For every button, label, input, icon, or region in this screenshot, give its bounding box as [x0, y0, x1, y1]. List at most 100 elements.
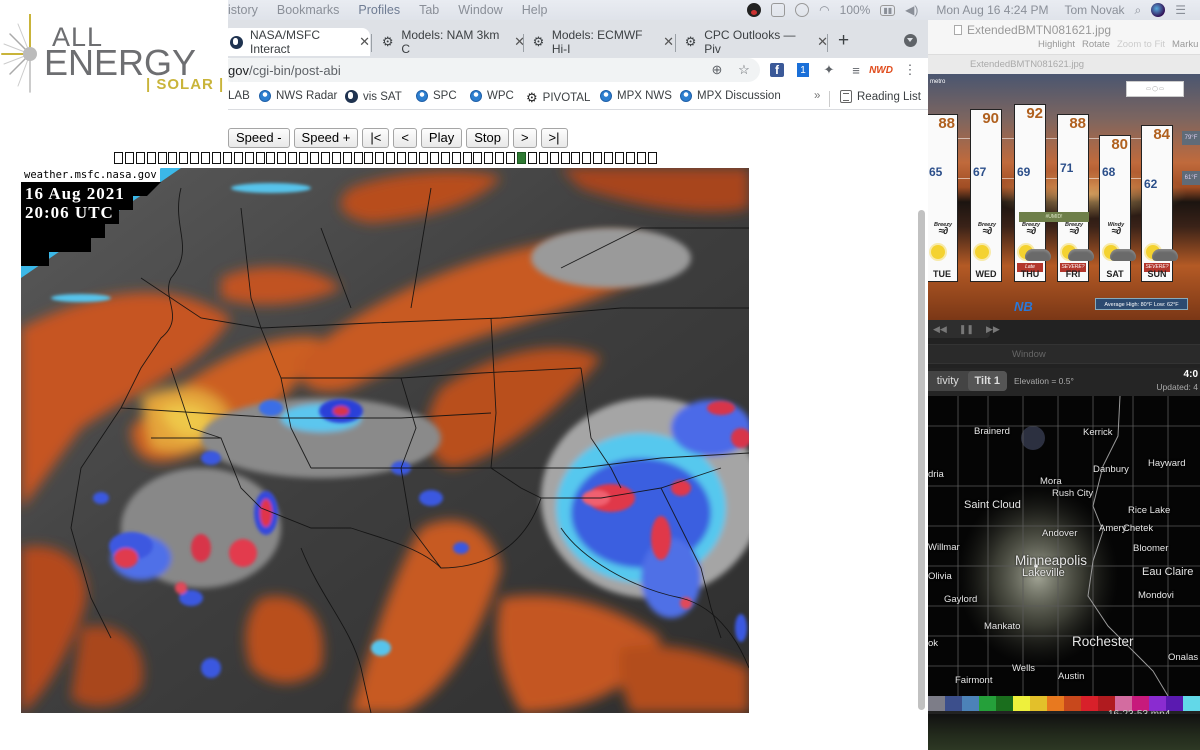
menu-history[interactable]: istory — [228, 3, 258, 17]
frame-box[interactable] — [386, 152, 396, 164]
tab-nasa-msfc[interactable]: NASA/MSFC Interact ✕ — [222, 28, 370, 56]
address-bar[interactable]: gov /cgi-bin/post-abi — [220, 58, 760, 82]
bookmark-spc[interactable]: SPC — [416, 90, 457, 102]
frame-box[interactable] — [255, 152, 265, 164]
frame-box[interactable] — [157, 152, 167, 164]
frame-box[interactable] — [549, 152, 559, 164]
frame-box[interactable] — [625, 152, 635, 164]
fast-forward-icon[interactable]: ▶▶ — [986, 324, 1000, 335]
first-frame-button[interactable]: |< — [362, 128, 390, 148]
close-icon[interactable]: ✕ — [663, 34, 674, 50]
frame-box[interactable] — [331, 152, 341, 164]
frame-box[interactable] — [647, 152, 657, 164]
frame-box[interactable] — [168, 152, 178, 164]
frame-box[interactable] — [462, 152, 472, 164]
frame-box[interactable] — [212, 152, 222, 164]
frame-box[interactable] — [593, 152, 603, 164]
user-name[interactable]: Tom Novak — [1064, 3, 1124, 17]
bookmark-nws-radar[interactable]: NWS Radar — [259, 90, 337, 102]
frame-box-current[interactable] — [516, 152, 526, 164]
frame-box[interactable] — [418, 152, 428, 164]
close-icon[interactable]: ✕ — [359, 34, 370, 50]
wifi-icon[interactable]: ◠ — [819, 3, 829, 17]
frame-box[interactable] — [146, 152, 156, 164]
frame-box[interactable] — [353, 152, 363, 164]
pause-icon[interactable]: ❚❚ — [959, 324, 974, 335]
bookmark-mpx-discussion[interactable]: MPX Discussion — [680, 90, 781, 102]
weather-extension-icon[interactable]: NWD — [869, 62, 893, 78]
kebab-menu-icon[interactable]: ⋮ — [902, 62, 918, 78]
extensions-puzzle-icon[interactable]: ✦ — [821, 62, 837, 78]
frame-box[interactable] — [451, 152, 461, 164]
frame-box[interactable] — [320, 152, 330, 164]
bookmark-star-icon[interactable]: ☆ — [736, 62, 752, 78]
tab-models-ecmwf[interactable]: ⚙ Models: ECMWF Hi-I ✕ — [524, 28, 674, 56]
scroll-thumb[interactable] — [918, 210, 925, 710]
media-control-icon[interactable]: ≡ — [848, 62, 864, 78]
radar-map[interactable]: Brainerd Kerrick Danbury Hayward dria Mora Rus… — [928, 396, 1200, 706]
tab-cpc-outlooks[interactable]: ⚙ CPC Outlooks — Piv ✕ — [676, 28, 828, 56]
frame-box[interactable] — [114, 152, 123, 164]
frame-box[interactable] — [582, 152, 592, 164]
frame-box[interactable] — [604, 152, 614, 164]
prev-frame-button[interactable]: < — [393, 128, 417, 148]
frame-box[interactable] — [408, 152, 418, 164]
speed-up-button[interactable]: Speed + — [293, 128, 359, 148]
frame-box[interactable] — [288, 152, 298, 164]
stop-button[interactable]: Stop — [466, 128, 509, 148]
next-frame-button[interactable]: > — [512, 128, 537, 148]
bookmark-lab[interactable]: LAB — [228, 90, 250, 102]
frame-box[interactable] — [342, 152, 352, 164]
menu-window[interactable]: Window — [458, 3, 502, 17]
page-scrollbar[interactable] — [916, 210, 926, 740]
frame-box[interactable] — [484, 152, 494, 164]
frame-box[interactable] — [440, 152, 450, 164]
battery-icon[interactable]: ▮▮ — [880, 4, 896, 16]
frame-box[interactable] — [636, 152, 646, 164]
frame-box[interactable] — [538, 152, 548, 164]
frame-box[interactable] — [244, 152, 254, 164]
preview-tab[interactable]: ExtendedBMTN081621.jpg — [928, 54, 1200, 74]
frame-box[interactable] — [135, 152, 145, 164]
highlight-button[interactable]: Highlight — [1038, 39, 1075, 50]
speed-down-button[interactable]: Speed - — [228, 128, 290, 148]
reflectivity-tab[interactable]: tivity — [928, 371, 968, 391]
frame-box[interactable] — [266, 152, 276, 164]
screen-mirroring-icon[interactable] — [771, 3, 786, 17]
frame-box[interactable] — [560, 152, 570, 164]
frame-box[interactable] — [397, 152, 407, 164]
frame-box[interactable] — [299, 152, 309, 164]
clock[interactable]: Mon Aug 16 4:24 PM — [936, 3, 1048, 17]
frame-box[interactable] — [310, 152, 320, 164]
frame-box[interactable] — [614, 152, 624, 164]
play-button[interactable]: Play — [420, 128, 463, 148]
frame-box[interactable] — [571, 152, 581, 164]
frame-box[interactable] — [222, 152, 232, 164]
frame-box[interactable] — [233, 152, 243, 164]
last-frame-button[interactable]: >| — [540, 128, 568, 148]
control-center-icon[interactable]: ☰ — [1175, 3, 1186, 17]
frame-box[interactable] — [364, 152, 374, 164]
app-status-icon[interactable] — [747, 3, 762, 17]
tab-search-icon[interactable] — [904, 34, 917, 47]
tab-models-nam[interactable]: ⚙ Models: NAM 3km C ✕ — [373, 28, 525, 56]
zoom-icon[interactable]: ⊕ — [709, 62, 725, 78]
frame-box[interactable] — [527, 152, 537, 164]
spotlight-icon[interactable]: ⌕ — [1135, 3, 1142, 18]
menu-profiles[interactable]: Profiles — [358, 3, 400, 17]
menu-tab[interactable]: Tab — [419, 3, 439, 17]
frame-box[interactable] — [277, 152, 287, 164]
menu-help[interactable]: Help — [522, 3, 548, 17]
more-bookmarks-button[interactable]: » — [814, 90, 820, 102]
frame-box[interactable] — [473, 152, 483, 164]
frame-box[interactable] — [495, 152, 505, 164]
rotate-button[interactable]: Rotate — [1082, 39, 1110, 50]
frame-box[interactable] — [201, 152, 211, 164]
markup-button[interactable]: Marku — [1172, 39, 1198, 50]
menu-bookmarks[interactable]: Bookmarks — [277, 3, 340, 17]
bookmark-pivotal[interactable]: ⚙ PIVOTAL — [526, 90, 590, 106]
tilt-1-tab[interactable]: Tilt 1 — [967, 371, 1007, 391]
bookmark-vis-sat[interactable]: vis SAT — [345, 90, 402, 103]
new-tab-button[interactable]: + — [838, 30, 849, 52]
rewind-icon[interactable]: ◀◀ — [933, 324, 947, 335]
